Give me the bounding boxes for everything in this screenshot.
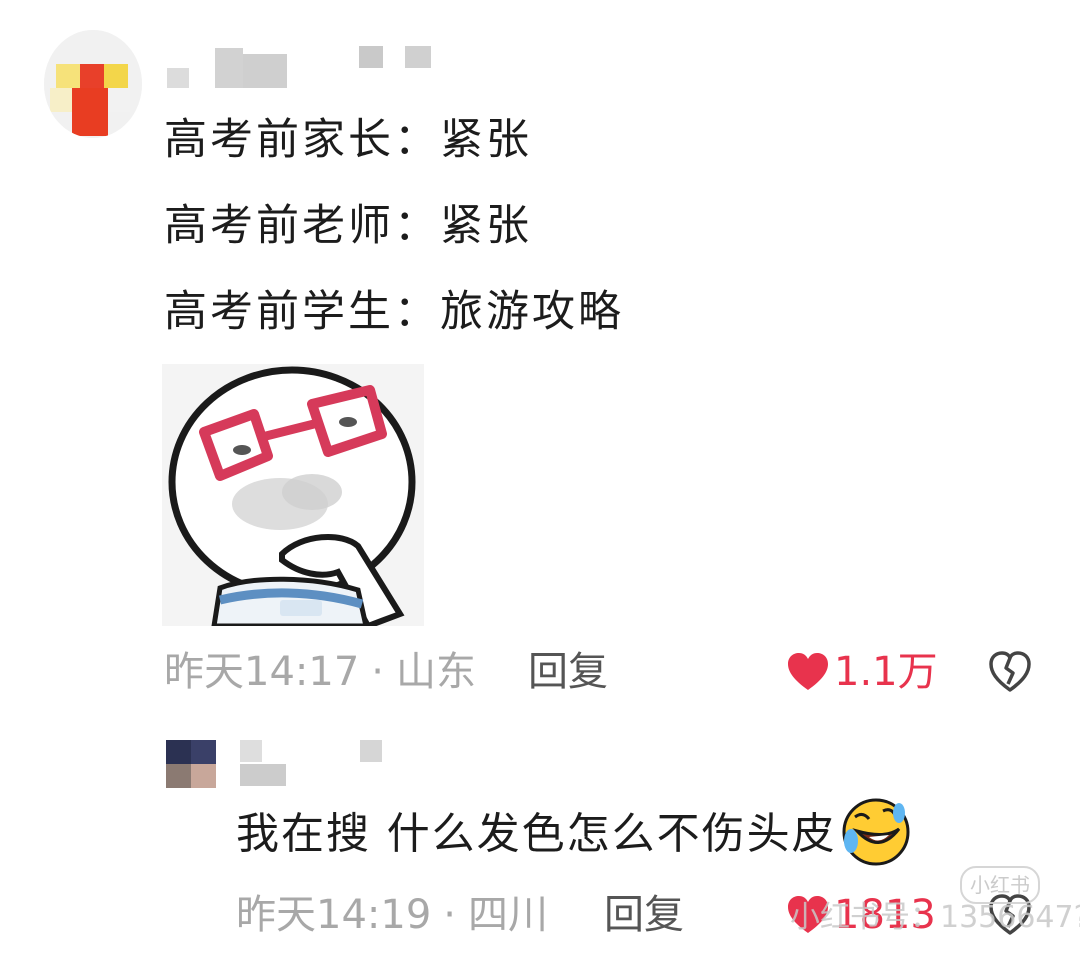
name-mosaic-icon: [167, 46, 431, 88]
rolling-laughing-emoji-icon: [839, 795, 913, 869]
sticker-image[interactable]: [162, 364, 424, 630]
comment-timestamp: 昨天14:17: [164, 649, 360, 695]
name-mosaic-icon: [240, 740, 382, 786]
replier-name-blurred[interactable]: [238, 738, 388, 788]
heart-filled-icon: [788, 653, 828, 690]
meta-separator: ·: [371, 649, 384, 695]
meta-separator: ·: [443, 892, 456, 938]
reply-location: 四川: [468, 892, 548, 938]
dislike-button[interactable]: [988, 650, 1032, 694]
thinking-face-sticker-icon: [162, 364, 424, 630]
comment-text-line-3: 高考前学生：旅游攻略: [164, 287, 624, 337]
commenter-avatar[interactable]: [44, 30, 142, 138]
reply-timestamp: 昨天14:19: [236, 892, 432, 938]
broken-heart-icon: [989, 651, 1031, 692]
comment-text-line-2: 高考前老师：紧张: [164, 201, 532, 251]
like-button[interactable]: 1.1万: [786, 642, 938, 702]
like-count: 1.1万: [834, 649, 938, 695]
comment-text-line-1: 高考前家长：紧张: [164, 115, 532, 165]
watermark-text: 小红书号：1356647???: [790, 900, 1080, 935]
commenter-name-blurred[interactable]: [165, 40, 435, 95]
avatar-mosaic-icon: [166, 740, 216, 788]
reply-button[interactable]: 回复: [528, 642, 608, 702]
replier-avatar[interactable]: [166, 740, 216, 788]
reply-comment-text: 我在搜 什么发色怎么不伤头皮: [236, 798, 913, 869]
comment-meta: 昨天14:17 · 山东: [164, 642, 476, 702]
reply-button[interactable]: 回复: [604, 885, 684, 945]
avatar-mosaic-icon: [44, 30, 142, 138]
reply-meta: 昨天14:19 · 四川: [236, 885, 548, 945]
reply-text-content: 我在搜 什么发色怎么不伤头皮: [236, 809, 837, 860]
comment-location: 山东: [396, 649, 476, 695]
